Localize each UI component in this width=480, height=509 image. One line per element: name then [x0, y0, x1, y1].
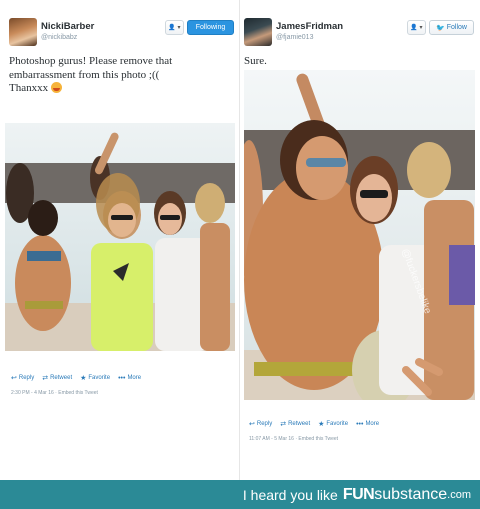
display-name[interactable]: NickiBarber: [41, 21, 94, 32]
tweet-text-line: Thanxxx: [9, 82, 49, 94]
more-dots-icon: •••: [356, 420, 364, 428]
user-actions-menu-button[interactable]: 👤 ▾: [165, 20, 184, 35]
tweet-card-reply: JamesFridman @fjamie013 👤 ▾ 🐦 Follow Sure…: [240, 0, 480, 480]
tweet-actions: ↩ Reply ⇄ Retweet ★ Favorite ••• More: [249, 420, 379, 429]
reply-icon: ↩: [11, 375, 17, 382]
star-icon: ★: [318, 421, 325, 428]
retweet-label: Retweet: [50, 375, 73, 381]
retweet-action[interactable]: ⇄ Retweet: [280, 420, 310, 428]
reply-label: Reply: [18, 375, 35, 381]
reply-label: Reply: [256, 421, 273, 427]
favorite-action[interactable]: ★ Favorite: [80, 374, 110, 382]
edited-beach-photo: @fuckersbelike: [244, 70, 475, 400]
tweet-header: JamesFridman @fjamie013 👤 ▾ 🐦 Follow: [244, 18, 474, 50]
user-handle[interactable]: @fjamie013: [276, 34, 343, 41]
retweet-icon: ⇄: [42, 375, 49, 382]
brand-logo-substance[interactable]: substance: [374, 486, 447, 504]
reply-action[interactable]: ↩ Reply: [11, 374, 34, 382]
user-handle[interactable]: @nickibabz: [41, 34, 94, 41]
twitter-bird-icon: 🐦: [436, 24, 445, 32]
favorite-label: Favorite: [326, 421, 349, 427]
follow-label: Follow: [446, 24, 467, 31]
tweet-text-line: Sure.: [244, 55, 267, 67]
beach-party-photo: [5, 123, 235, 351]
more-action[interactable]: ••• More: [118, 374, 141, 382]
reply-icon: ↩: [249, 421, 255, 428]
more-label: More: [365, 421, 380, 427]
following-button[interactable]: Following: [187, 20, 234, 35]
brand-logo-tld[interactable]: .com: [447, 489, 471, 501]
favorite-label: Favorite: [88, 375, 111, 381]
more-dots-icon: •••: [118, 374, 126, 382]
retweet-icon: ⇄: [280, 421, 287, 428]
more-action[interactable]: ••• More: [356, 420, 379, 428]
tweet-text: Sure.: [244, 55, 474, 69]
tweet-timestamp[interactable]: 2:30 PM - 4 Mar 16 · Embed this Tweet: [11, 390, 98, 396]
favorite-action[interactable]: ★ Favorite: [318, 420, 348, 428]
tweet-text-line: Photoshop gurus! Please remove that: [9, 55, 173, 67]
footer-tagline: I heard you like: [242, 486, 338, 503]
retweet-label: Retweet: [288, 421, 311, 427]
tweet-actions: ↩ Reply ⇄ Retweet ★ Favorite ••• More: [11, 374, 141, 383]
brand-logo-fun[interactable]: FUN: [343, 486, 375, 504]
tweet-timestamp[interactable]: 11:07 AM - 5 Mar 16 · Embed this Tweet: [249, 436, 338, 442]
tweet-photo[interactable]: @fuckersbelike: [244, 70, 475, 400]
site-footer-banner: I heard you like FUN substance .com: [0, 480, 480, 509]
tweet-header: NickiBarber @nickibabz 👤 ▾ Following: [9, 18, 234, 50]
tweet-text: Photoshop gurus! Please remove that emba…: [9, 55, 235, 96]
tweet-photo[interactable]: [5, 123, 235, 351]
tweet-card-original: NickiBarber @nickibabz 👤 ▾ Following Pho…: [0, 0, 240, 480]
user-avatar[interactable]: [244, 18, 272, 46]
user-avatar[interactable]: [9, 18, 37, 46]
more-label: More: [127, 375, 142, 381]
tweet-text-line: embarrassment from this photo ;((: [9, 68, 160, 81]
face-emoji-icon: [50, 82, 62, 93]
star-icon: ★: [80, 375, 87, 382]
retweet-action[interactable]: ⇄ Retweet: [42, 374, 72, 382]
display-name[interactable]: JamesFridman: [276, 21, 343, 32]
follow-button[interactable]: 🐦 Follow: [429, 20, 474, 35]
user-actions-menu-button[interactable]: 👤 ▾: [407, 20, 426, 35]
reply-action[interactable]: ↩ Reply: [249, 420, 272, 428]
